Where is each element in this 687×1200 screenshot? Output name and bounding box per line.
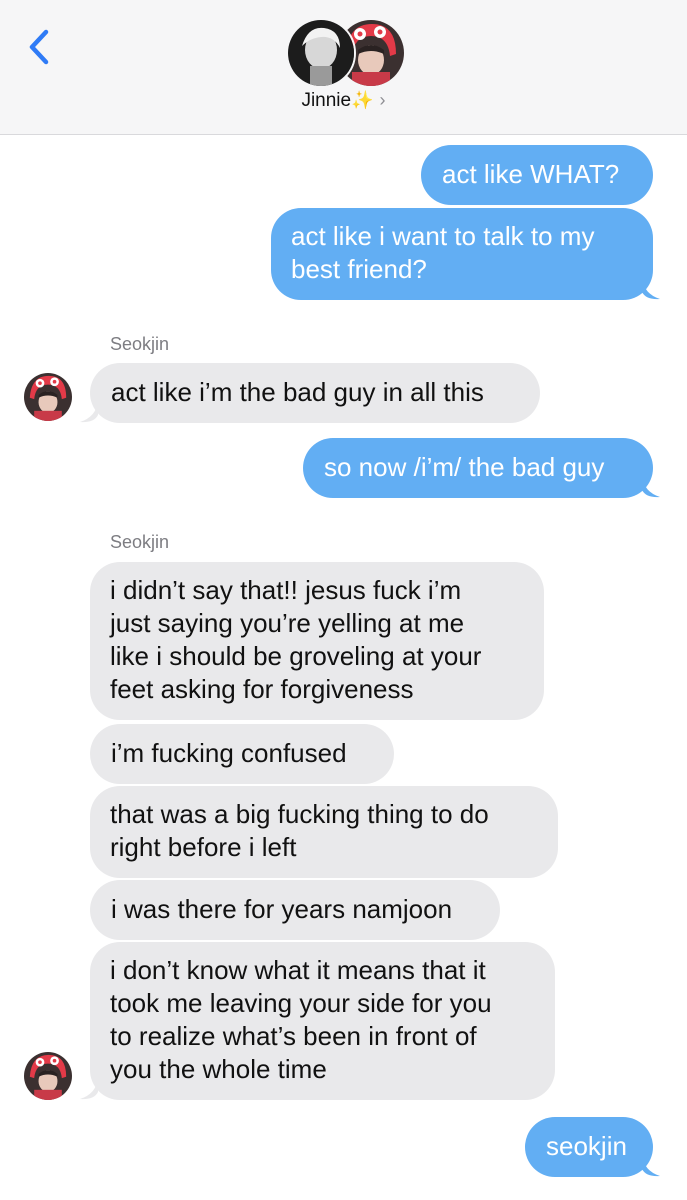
message-line: feet asking for forgiveness bbox=[110, 674, 414, 704]
incoming-message[interactable]: that was a big fucking thing to do right… bbox=[90, 786, 558, 878]
message-line: just saying you’re yelling at me bbox=[110, 608, 465, 638]
message-line: best friend? bbox=[291, 254, 427, 284]
sparkle-icon: ✨ bbox=[351, 90, 374, 110]
contact-name: Jinnie bbox=[301, 90, 352, 111]
message-line: right before i left bbox=[110, 832, 297, 862]
bubble-tail bbox=[642, 278, 660, 300]
message-line: i didn’t say that!! jesus fuck i’m bbox=[110, 575, 462, 605]
bubble-tail bbox=[80, 1078, 98, 1100]
chevron-right-icon: › bbox=[379, 90, 386, 110]
bubble-tail bbox=[80, 401, 98, 423]
incoming-message[interactable]: i was there for years namjoon bbox=[90, 880, 500, 940]
message-line: act like i want to talk to my bbox=[291, 221, 595, 251]
sender-avatar[interactable] bbox=[24, 373, 72, 421]
sender-avatar[interactable] bbox=[24, 1052, 72, 1100]
outgoing-message[interactable]: act like i want to talk to my best frien… bbox=[271, 208, 653, 300]
outgoing-message[interactable]: seokjin bbox=[525, 1117, 653, 1177]
incoming-message[interactable]: act like i’m the bad guy in all this bbox=[90, 363, 540, 423]
incoming-message[interactable]: i didn’t say that!! jesus fuck i’m just … bbox=[90, 562, 544, 720]
incoming-message[interactable]: i don’t know what it means that it took … bbox=[90, 942, 555, 1100]
message-line: that was a big fucking thing to do bbox=[110, 799, 489, 829]
contact-name-button[interactable]: Jinnie✨ › bbox=[0, 90, 687, 112]
sender-name: Seokjin bbox=[110, 532, 170, 552]
message-line: like i should be groveling at your bbox=[110, 641, 482, 671]
message-line: i don’t know what it means that it bbox=[110, 955, 486, 985]
outgoing-message[interactable]: so now /i’m/ the bad guy bbox=[303, 438, 653, 498]
avatar bbox=[286, 18, 356, 88]
conversation-header: Jinnie✨ › bbox=[0, 0, 687, 135]
message-line: to realize what’s been in front of bbox=[110, 1021, 477, 1051]
message-text: seokjin bbox=[546, 1131, 627, 1161]
sender-name: Seokjin bbox=[110, 334, 170, 354]
group-avatars[interactable] bbox=[286, 18, 406, 88]
message-line: took me leaving your side for you bbox=[110, 988, 492, 1018]
outgoing-message[interactable]: act like WHAT? bbox=[421, 145, 653, 205]
message-text: i was there for years namjoon bbox=[111, 894, 453, 924]
message-text: act like WHAT? bbox=[442, 159, 620, 189]
message-text: i’m fucking confused bbox=[111, 738, 347, 768]
back-button[interactable] bbox=[24, 26, 54, 68]
chevron-left-icon bbox=[29, 29, 49, 65]
message-text: act like i’m the bad guy in all this bbox=[111, 377, 484, 407]
message-text: so now /i’m/ the bad guy bbox=[324, 452, 605, 482]
message-line: you the whole time bbox=[110, 1054, 327, 1084]
bubble-tail bbox=[642, 1155, 660, 1177]
incoming-message[interactable]: i’m fucking confused bbox=[90, 724, 394, 784]
bubble-tail bbox=[642, 476, 660, 498]
